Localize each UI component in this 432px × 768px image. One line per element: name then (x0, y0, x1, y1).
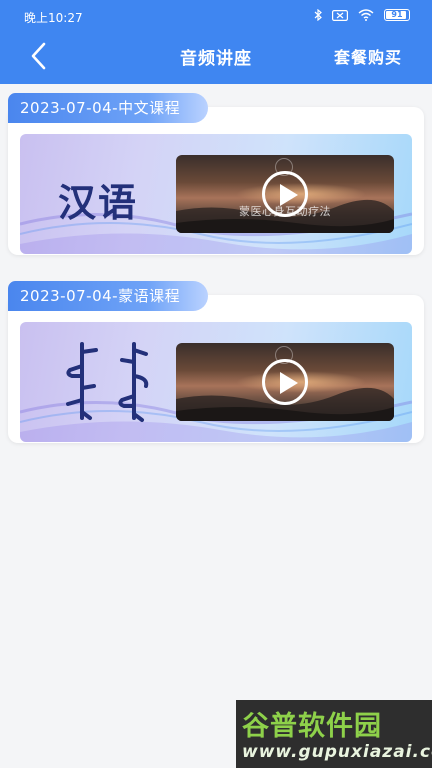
course-date-tab: 2023-07-04-蒙语课程 (8, 281, 209, 311)
course-banner[interactable] (20, 322, 412, 442)
course-item-mongolian: 2023-07-04-蒙语课程 (8, 281, 424, 451)
banner-language-text: 汉语 (58, 180, 139, 225)
watermark-url: www.gupuxiazai.com (242, 742, 432, 762)
play-button[interactable] (262, 171, 308, 217)
course-item-chinese: 2023-07-04-中文课程 汉语 蒙医心身互动疗法 (8, 93, 424, 258)
video-thumbnail[interactable] (176, 343, 394, 421)
status-icons: 91 (314, 9, 410, 21)
wifi-icon (358, 9, 374, 21)
nav-bar: 音频讲座 套餐购买 (0, 32, 432, 82)
mongolian-script-logo (66, 342, 149, 422)
package-purchase-button[interactable]: 套餐购买 (334, 44, 402, 68)
course-banner[interactable]: 汉语 蒙医心身互动疗法 (20, 134, 412, 254)
video-thumbnail[interactable]: 蒙医心身互动疗法 (176, 155, 394, 233)
watermark-brand: 谷普软件园 (242, 711, 382, 742)
status-bar: 晚上10:27 91 (0, 0, 432, 32)
battery-level: 91 (391, 10, 403, 19)
play-icon (280, 184, 298, 206)
app-header: 晚上10:27 91 音频讲座 套餐购买 (0, 0, 432, 84)
course-date-tab: 2023-07-04-中文课程 (8, 93, 209, 123)
play-icon (280, 372, 298, 394)
status-time: 晚上10:27 (24, 11, 83, 25)
battery-icon: 91 (384, 9, 410, 21)
bluetooth-icon (314, 9, 322, 21)
play-button[interactable] (262, 359, 308, 405)
no-sim-icon (332, 9, 348, 21)
site-watermark: 谷普软件园 www.gupuxiazai.com (236, 700, 432, 768)
